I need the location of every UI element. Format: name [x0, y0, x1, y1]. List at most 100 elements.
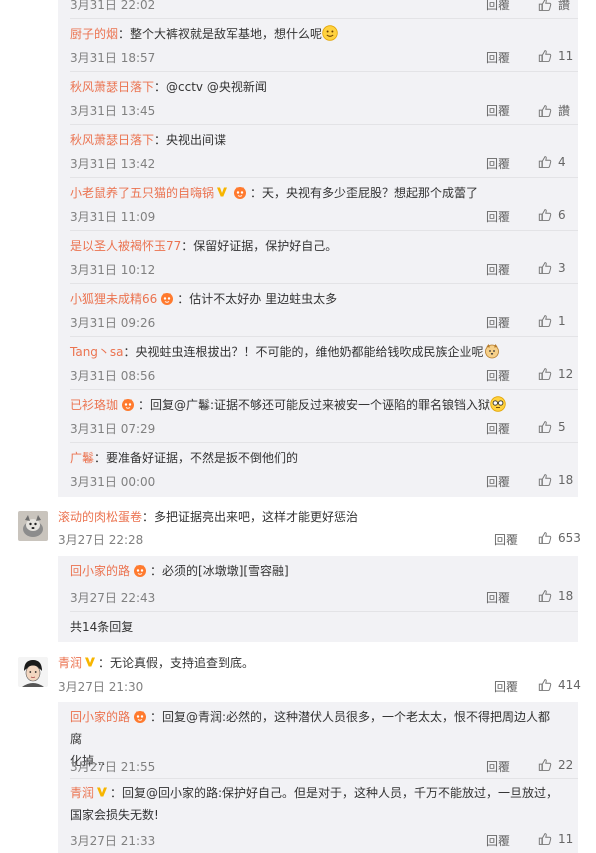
reply-time: 3月31日 00:00 [70, 475, 156, 489]
reply-content: ：回复@回小家的路:保护好自己。但是对于，这种人员，千万不能放过，一旦放过， [110, 786, 559, 800]
reply-button[interactable]: 回覆 [486, 420, 510, 437]
reply-button[interactable]: 回覆 [486, 49, 510, 66]
more-replies-link[interactable]: 共14条回复 [70, 618, 133, 635]
like-button[interactable]: 讚 [538, 0, 586, 13]
fan-badge-icon [132, 564, 148, 578]
like-count: 414 [558, 678, 581, 692]
thumbs-up-icon [538, 758, 552, 772]
verified-v-icon [216, 186, 228, 198]
divider [70, 778, 578, 779]
comment-username[interactable]: 滚动的肉松蛋卷 [58, 510, 142, 524]
glasses-emoji-icon [490, 396, 506, 412]
reply-text: 秋风萧瑟日落下：@cctv @央视新闻 [70, 76, 560, 98]
reply-content: ：要准备好证据，不然是扳不倒他们的 [94, 451, 299, 465]
like-button[interactable]: 1 [538, 314, 586, 328]
reply-button[interactable]: 回覆 [486, 314, 510, 331]
like-button[interactable]: 讚 [538, 102, 586, 119]
thumbs-up-icon [538, 832, 552, 846]
reply-button[interactable]: 回覆 [486, 102, 510, 119]
reply-content: ：整个大裤衩就是敌军基地，想什么呢 [118, 27, 323, 41]
reply-username[interactable]: 小老鼠养了五只猫的自嗨锅 [70, 186, 214, 200]
thumbs-up-icon [538, 104, 552, 118]
comment-time: 3月27日 22:28 [58, 533, 144, 547]
reply-content: ：保留好证据，保护好自己。 [181, 239, 338, 253]
reply-text: Tang丶sa：央视蛀虫连根拔出？！不可能的，维他奶都能给钱吹成民族企业呢 [70, 341, 560, 363]
reply-button[interactable]: 回覆 [486, 758, 510, 775]
reply-username[interactable]: 回小家的路 [70, 564, 130, 578]
smirk-emoji-icon [322, 25, 338, 41]
thumbs-up-icon [538, 473, 552, 487]
fan-badge-icon [132, 710, 148, 724]
reply-time: 3月31日 13:45 [70, 104, 156, 118]
comment-time: 3月27日 21:30 [58, 680, 144, 694]
like-button[interactable]: 4 [538, 155, 586, 169]
reply-button[interactable]: 回覆 [486, 208, 510, 225]
divider [70, 611, 578, 612]
reply-thread-3: 回小家的路 ：回复@青润:必然的，这种潜伏人员很多，一个老太太，恨不得把周边人都腐… [58, 702, 578, 853]
reply-time: 3月27日 21:33 [70, 834, 156, 848]
reply-text: 小狐狸未成精66 ：估计不太好办 里边蛀虫太多 [70, 288, 560, 310]
like-button[interactable]: 653 [538, 531, 594, 545]
divider [70, 230, 578, 231]
like-button[interactable]: 18 [538, 589, 586, 603]
reply-content: ：天，央视有多少歪屁股？想起那个成蕾了 [250, 186, 479, 200]
like-count: 18 [558, 473, 574, 487]
reply-time: 3月31日 10:12 [70, 263, 156, 277]
fan-badge-icon [120, 398, 136, 412]
like-button[interactable]: 22 [538, 758, 586, 772]
like-button[interactable]: 11 [538, 49, 586, 63]
reply-button[interactable]: 回覆 [486, 367, 510, 384]
reply-username[interactable]: 青润 [70, 786, 94, 800]
reply-content: ：回复@广鬈:证据不够还可能反过来被安一个诬陷的罪名锒铛入狱 [138, 398, 491, 412]
reply-button[interactable]: 回覆 [494, 678, 518, 695]
thumbs-up-icon [538, 367, 552, 381]
reply-time: 3月27日 21:55 [70, 760, 156, 774]
reply-username[interactable]: 是以圣人被褐怀玉77 [70, 239, 181, 253]
avatar[interactable] [18, 657, 48, 687]
reply-text: 广鬈：要准备好证据，不然是扳不倒他们的 [70, 447, 560, 469]
like-count: 653 [558, 531, 581, 545]
like-button[interactable]: 414 [538, 678, 594, 692]
comment-username[interactable]: 青润 [58, 656, 82, 670]
reply-button[interactable]: 回覆 [486, 473, 510, 490]
like-button[interactable]: 5 [538, 420, 586, 434]
reply-button[interactable]: 回覆 [486, 261, 510, 278]
verified-v-icon [96, 786, 108, 798]
reply-username[interactable]: Tang丶sa [70, 345, 124, 359]
like-button[interactable]: 11 [538, 832, 586, 846]
reply-time: 3月31日 22:02 [70, 0, 156, 12]
reply-username[interactable]: 已衫珞珈 [70, 398, 118, 412]
reply-content: ：@cctv @央视新闻 [154, 80, 267, 94]
reply-username[interactable]: 小狐狸未成精66 [70, 292, 157, 306]
reply-username[interactable]: 回小家的路 [70, 710, 130, 724]
reply-username[interactable]: 广鬈 [70, 451, 94, 465]
like-button[interactable]: 18 [538, 473, 586, 487]
reply-button[interactable]: 回覆 [486, 832, 510, 849]
like-button[interactable]: 12 [538, 367, 586, 381]
avatar[interactable] [18, 511, 48, 541]
reply-time: 3月27日 22:43 [70, 591, 156, 605]
comment-text: 滚动的肉松蛋卷：多把证据亮出来吧，这样才能更好惩治 [58, 507, 358, 527]
reply-content: ：央视蛀虫连根拔出？！不可能的，维他奶都能给钱吹成民族企业呢 [123, 345, 484, 359]
reply-username[interactable]: 秋风萧瑟日落下 [70, 80, 154, 94]
reply-button[interactable]: 回覆 [486, 0, 510, 13]
reply-content-continued: 国家会损失无数! [70, 808, 159, 822]
thumbs-up-icon [538, 314, 552, 328]
reply-time: 3月31日 08:56 [70, 369, 156, 383]
comment-text: 青润 ：无论真假，支持追查到底。 [58, 653, 254, 673]
thumbs-up-icon [538, 531, 552, 545]
like-button[interactable]: 6 [538, 208, 586, 222]
reply-button[interactable]: 回覆 [494, 531, 518, 548]
reply-username[interactable]: 厨子的烟 [70, 27, 118, 41]
like-button[interactable]: 3 [538, 261, 586, 275]
divider [70, 283, 578, 284]
thumbs-up-icon [538, 208, 552, 222]
reply-username[interactable]: 秋风萧瑟日落下 [70, 133, 154, 147]
thumbs-up-icon [538, 49, 552, 63]
avatar-image [18, 511, 48, 541]
reply-button[interactable]: 回覆 [486, 155, 510, 172]
reply-text: 厨子的烟：整个大裤衩就是敌军基地，想什么呢 [70, 23, 560, 45]
like-count: 11 [558, 832, 574, 846]
reply-button[interactable]: 回覆 [486, 589, 510, 606]
verified-v-icon [84, 656, 96, 668]
